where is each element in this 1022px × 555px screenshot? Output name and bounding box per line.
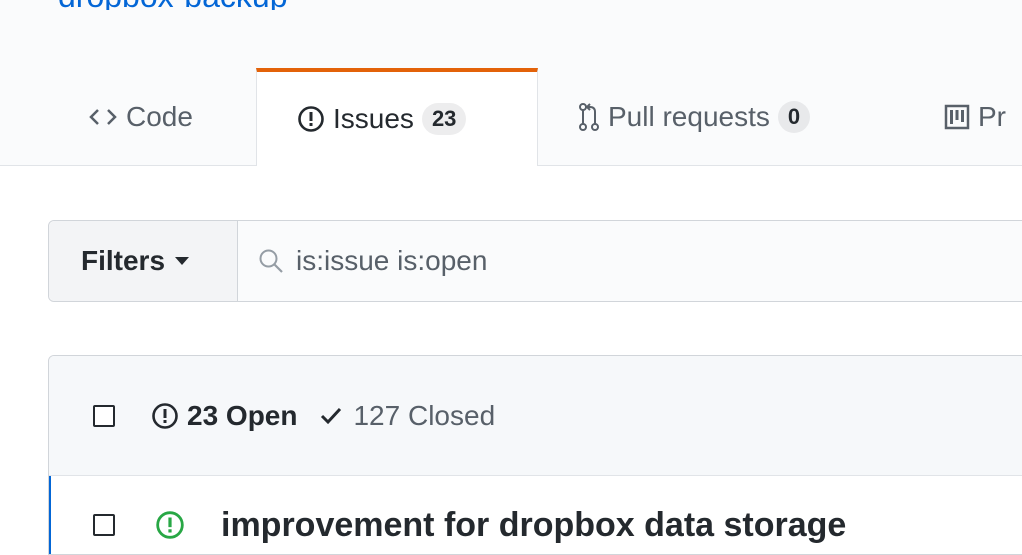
search-icon xyxy=(258,248,284,274)
git-pull-request-icon xyxy=(578,102,600,132)
tab-pulls-label: Pull requests xyxy=(608,100,770,132)
issue-select-checkbox[interactable] xyxy=(93,514,115,536)
filters-button-label: Filters xyxy=(81,245,166,276)
issue-opened-icon xyxy=(297,105,325,133)
tab-code[interactable]: Code xyxy=(88,68,193,165)
repo-title-fragment[interactable]: dropbox-backup xyxy=(58,0,287,10)
tab-issues[interactable]: Issues 23 xyxy=(256,68,538,166)
repo-nav-tabs: Code Issues 23 Pull requests 0 Pr xyxy=(0,10,1022,166)
closed-issues-label: 127 Closed xyxy=(353,399,496,431)
tab-projects-label: Pr xyxy=(978,100,1006,132)
pulls-count-badge: 0 xyxy=(777,100,811,133)
issue-row[interactable]: improvement for dropbox data storage xyxy=(49,476,1022,554)
tab-issues-label: Issues xyxy=(333,103,414,134)
repo-header-strip: dropbox-backup xyxy=(0,0,1022,10)
tab-code-label: Code xyxy=(126,100,193,132)
issue-opened-icon xyxy=(151,402,179,430)
closed-issues-filter[interactable]: 127 Closed xyxy=(319,400,495,432)
open-issues-filter[interactable]: 23 Open xyxy=(151,400,297,432)
issues-filter-bar: Filters xyxy=(48,220,1022,302)
open-issues-label: 23 Open xyxy=(187,399,298,431)
issues-count-badge: 23 xyxy=(421,103,467,135)
filters-dropdown-button[interactable]: Filters xyxy=(49,221,238,301)
project-icon xyxy=(944,104,970,130)
code-icon xyxy=(88,107,118,127)
tab-projects[interactable]: Pr xyxy=(944,68,1006,165)
issues-search-input[interactable] xyxy=(296,245,896,277)
issue-title-link[interactable]: improvement for dropbox data storage xyxy=(221,506,846,545)
issues-list-header: 23 Open 127 Closed xyxy=(49,356,1022,476)
issue-open-status-icon xyxy=(155,510,185,540)
caret-down-icon xyxy=(175,257,190,265)
select-all-checkbox[interactable] xyxy=(93,404,115,427)
check-icon xyxy=(319,406,343,426)
issues-search-wrap xyxy=(238,221,1022,301)
tab-pull-requests[interactable]: Pull requests 0 xyxy=(578,68,811,165)
issues-list-box: 23 Open 127 Closed improvement for dropb… xyxy=(48,355,1022,555)
